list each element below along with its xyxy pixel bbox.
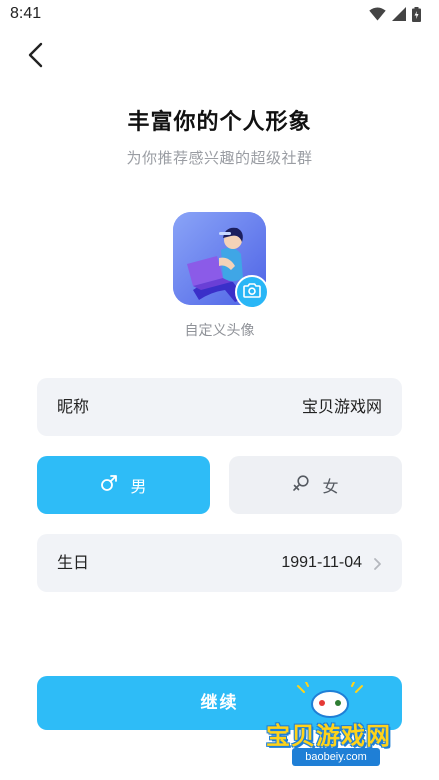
nickname-field[interactable]: 昵称 宝贝游戏网 <box>37 378 402 436</box>
female-icon <box>292 474 310 496</box>
status-time: 8:41 <box>10 5 42 22</box>
birthday-value: 1991-11-04 <box>281 554 362 571</box>
signal-icon <box>392 7 406 21</box>
watermark: 宝贝游戏网 baobeiy.com <box>258 682 423 778</box>
male-icon <box>100 474 118 496</box>
gender-male-label: 男 <box>130 477 147 496</box>
status-icons <box>369 6 421 22</box>
gender-female-label: 女 <box>322 477 339 496</box>
avatar-caption: 自定义头像 <box>184 323 255 339</box>
nickname-value[interactable]: 宝贝游戏网 <box>302 378 382 436</box>
wifi-icon <box>369 7 386 21</box>
back-button[interactable] <box>18 40 52 74</box>
page-title: 丰富你的个人形象 <box>127 110 312 135</box>
gender-female-button[interactable]: 女 <box>229 456 402 514</box>
birthday-field[interactable]: 生日 1991-11-04 <box>37 534 402 592</box>
chevron-right-icon <box>370 556 384 570</box>
page-subtitle: 为你推荐感兴趣的超级社群 <box>126 149 313 167</box>
camera-icon <box>243 282 261 302</box>
watermark-url: baobeiy.com <box>292 748 380 766</box>
gender-male-button[interactable]: 男 <box>37 456 210 514</box>
status-bar: 8:41 <box>0 0 439 30</box>
chevron-left-icon <box>27 42 43 72</box>
watermark-name: 宝贝游戏网 <box>266 722 391 750</box>
change-avatar-button[interactable] <box>235 275 269 309</box>
battery-icon <box>412 6 421 22</box>
nickname-label: 昵称 <box>57 397 90 416</box>
birthday-label: 生日 <box>57 553 90 572</box>
